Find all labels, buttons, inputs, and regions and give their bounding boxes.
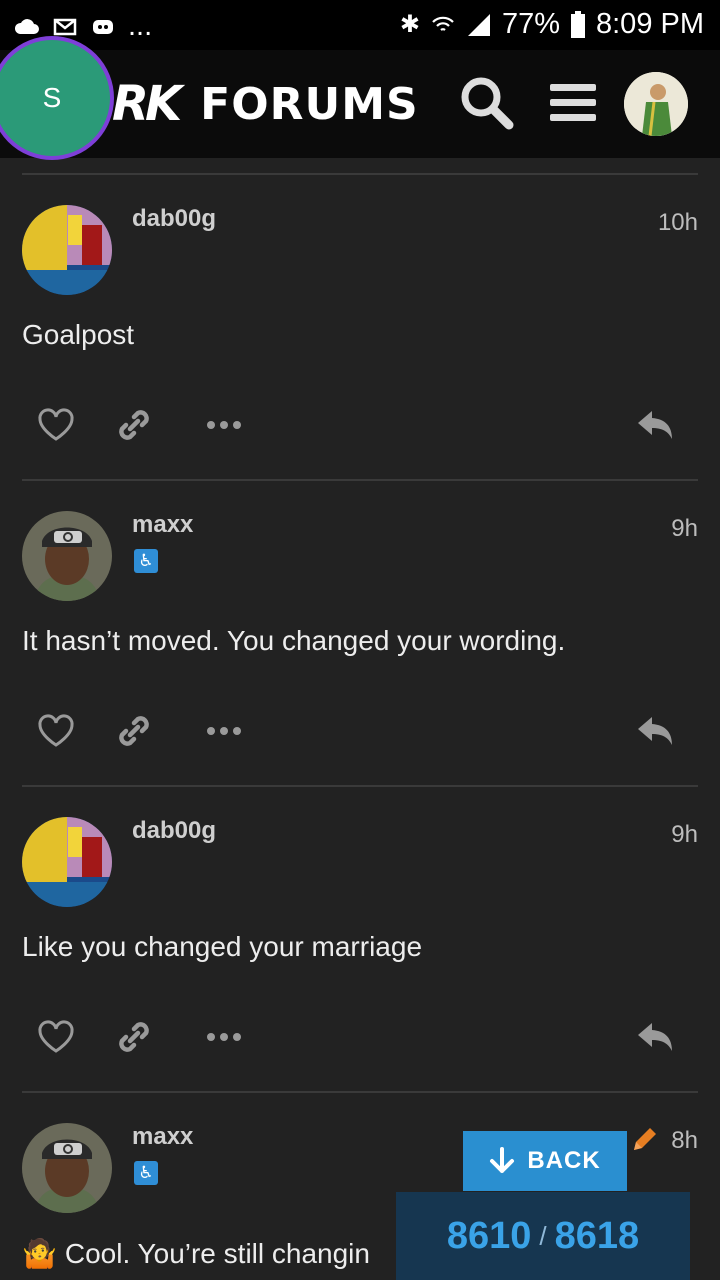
post: dab00g 9h Like you changed your marriage [0,787,720,1093]
progress-current: 8610 [446,1214,532,1257]
post-time[interactable]: 10h [658,209,698,237]
user-avatar[interactable] [624,72,688,136]
share-link-icon[interactable] [112,1015,156,1059]
accessibility-badge-icon: ♿ [134,1161,158,1185]
reply-icon[interactable] [634,1015,678,1059]
back-button-label: BACK [527,1147,601,1174]
user-avatar-image [624,72,688,136]
site-logo[interactable]: RK FORUMS [112,76,419,132]
back-button[interactable]: BACK [463,1131,627,1191]
avatar-image [22,1123,112,1213]
search-icon[interactable] [456,72,516,132]
avatar-image [22,205,112,295]
edit-pencil-icon[interactable] [630,1124,660,1154]
more-options-icon[interactable] [202,403,246,447]
post-body: Like you changed your marriage [22,931,423,962]
logo-text: FORUMS [200,78,419,130]
post-actions [0,709,720,755]
signal-icon [467,13,490,36]
post: maxx ♿ 9h It hasn’t moved. You changed y… [0,481,720,787]
like-heart-icon[interactable] [34,709,78,753]
reply-icon[interactable] [634,709,678,753]
post-actions [0,1015,720,1061]
post-username[interactable]: maxx [132,1123,193,1151]
status-bar: ... ✱ 77% 8:09 PM [0,0,720,50]
battery-icon [571,10,585,38]
battery-percent: 77% [501,8,560,40]
post-time[interactable]: 8h [671,1127,698,1155]
post-body: It hasn’t moved. You changed your wordin… [22,625,566,656]
wifi-icon [432,16,454,31]
post-avatar[interactable] [22,511,112,601]
topic-progress[interactable]: 8610 / 8618 [396,1192,690,1280]
cloud-icon [14,18,39,34]
post-avatar[interactable] [22,1123,112,1213]
post-body: Cool. You’re still changin [64,1237,370,1269]
accessibility-badge-icon: ♿ [134,549,158,573]
progress-total: 8618 [554,1214,640,1257]
more-notifications: ... [128,10,153,42]
post-username[interactable]: maxx [132,511,193,539]
progress-separator: / [539,1220,547,1251]
menu-icon[interactable] [542,72,602,132]
shrug-emoji-icon: 🤷 [22,1238,57,1269]
post: dab00g 10h Goalpost [0,175,720,481]
post-time[interactable]: 9h [671,821,698,849]
share-link-icon[interactable] [112,709,156,753]
share-link-icon[interactable] [112,403,156,447]
discord-icon [93,19,113,34]
post-time[interactable]: 9h [671,515,698,543]
post-avatar[interactable] [22,817,112,907]
avatar-image [22,817,112,907]
post-username[interactable]: dab00g [132,205,216,233]
clock: 8:09 PM [596,8,704,40]
more-options-icon[interactable] [202,1015,246,1059]
like-heart-icon[interactable] [34,403,78,447]
logo-mark: RK [112,76,182,132]
post-body-row: 🤷 Cool. You’re still changin [22,1237,370,1270]
like-heart-icon[interactable] [34,1015,78,1059]
bluetooth-icon: ✱ [399,11,420,38]
avatar-image [22,511,112,601]
reply-icon[interactable] [634,403,678,447]
more-options-icon[interactable] [202,709,246,753]
post-body: Goalpost [22,319,135,350]
post-actions [0,403,720,449]
arrow-down-icon [490,1147,515,1173]
post-username[interactable]: dab00g [132,817,216,845]
floating-avatar-initial: S [42,82,62,113]
post-avatar[interactable] [22,205,112,295]
